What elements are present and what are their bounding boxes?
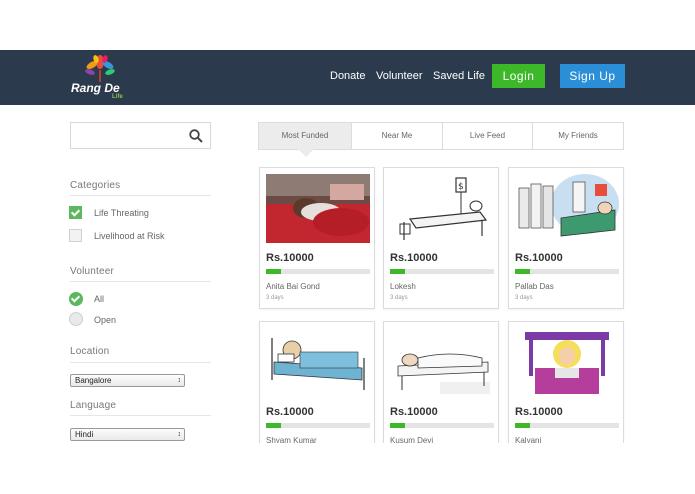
tab-live-feed[interactable]: Live Feed: [443, 123, 533, 149]
amount-text: Rs.10000: [390, 406, 438, 418]
amount-text: Rs.10000: [266, 252, 314, 264]
language-heading: Language: [70, 400, 117, 411]
feed-tabs: Most Funded Near Me Live Feed My Friends: [258, 122, 624, 150]
amount-text: Rs.10000: [390, 252, 438, 264]
progress-bar: [266, 423, 370, 428]
life-threating-label: Life Threating: [94, 208, 149, 218]
patient-illustration: [515, 328, 619, 397]
brand-sub: Life: [112, 94, 123, 100]
progress-bar: [515, 269, 619, 274]
open-label: Open: [94, 315, 117, 325]
checkbox-livelihood[interactable]: [69, 229, 82, 242]
tree-logo-icon: [85, 55, 115, 82]
page-bottom-margin: [0, 443, 695, 494]
search-icon[interactable]: [189, 129, 203, 143]
days-left: 3 days: [266, 295, 284, 301]
campaign-card[interactable]: Rs.10000 Anita Bai Gond 3 days: [259, 167, 375, 309]
language-select[interactable]: Hindi ↕: [70, 428, 185, 441]
search-input[interactable]: [70, 122, 211, 149]
tab-my-friends[interactable]: My Friends: [533, 123, 623, 149]
nav-donate[interactable]: Donate: [330, 70, 365, 82]
campaign-card[interactable]: Rs.10000 Shyam Kumar: [259, 321, 375, 463]
beneficiary-name: Anita Bai Gond: [266, 282, 320, 291]
active-tab-pointer: [298, 149, 314, 157]
divider: [70, 415, 211, 416]
categories-heading: Categories: [70, 180, 121, 191]
campaign-card[interactable]: $ Rs.10000 Lokesh 3 days: [383, 167, 499, 309]
location-heading: Location: [70, 346, 110, 357]
all-label: All: [94, 294, 105, 304]
campaign-card[interactable]: Rs.10000 Pallab Das 3 days: [508, 167, 624, 309]
patient-illustration: [515, 174, 619, 243]
radio-all[interactable]: [69, 292, 83, 306]
patient-illustration: [390, 328, 494, 397]
language-value: Hindi: [75, 430, 94, 439]
patient-photo: [266, 174, 370, 243]
divider: [70, 195, 211, 196]
top-navbar: Rang De Life Donate Volunteer Saved Life…: [0, 50, 695, 105]
divider: [70, 362, 211, 363]
amount-text: Rs.10000: [266, 406, 314, 418]
progress-bar: [266, 269, 370, 274]
campaign-card[interactable]: Rs.10000 Kalyani: [508, 321, 624, 463]
location-select[interactable]: Bangalore ↕: [70, 374, 185, 387]
progress-bar: [390, 423, 494, 428]
beneficiary-name: Pallab Das: [515, 282, 554, 291]
rangde-logo[interactable]: Rang De Life: [68, 54, 132, 102]
svg-text:$: $: [458, 182, 464, 192]
nav-saved-life[interactable]: Saved Life: [433, 70, 485, 82]
tab-near-me[interactable]: Near Me: [352, 123, 443, 149]
amount-text: Rs.10000: [515, 406, 563, 418]
select-arrows-icon: ↕: [177, 377, 182, 384]
divider: [70, 281, 211, 282]
patient-illustration: [266, 328, 370, 397]
checkbox-life-threating[interactable]: [69, 206, 82, 219]
location-value: Bangalore: [75, 376, 112, 385]
days-left: 3 days: [390, 295, 408, 301]
beneficiary-name: Lokesh: [390, 282, 416, 291]
select-arrows-icon: ↕: [177, 431, 182, 438]
nav-volunteer[interactable]: Volunteer: [376, 70, 422, 82]
login-button[interactable]: Login: [492, 64, 545, 88]
days-left: 3 days: [515, 295, 533, 301]
radio-open[interactable]: [69, 312, 83, 326]
patient-illustration: $: [390, 174, 494, 243]
brand-name: Rang De: [71, 81, 120, 95]
tab-most-funded[interactable]: Most Funded: [259, 123, 352, 149]
progress-bar: [390, 269, 494, 274]
signup-button[interactable]: Sign Up: [560, 64, 625, 88]
amount-text: Rs.10000: [515, 252, 563, 264]
livelihood-label: Livelihood at Risk: [94, 231, 165, 241]
volunteer-heading: Volunteer: [70, 266, 115, 277]
campaign-card[interactable]: Rs.10000 Kusum Devi: [383, 321, 499, 463]
progress-bar: [515, 423, 619, 428]
